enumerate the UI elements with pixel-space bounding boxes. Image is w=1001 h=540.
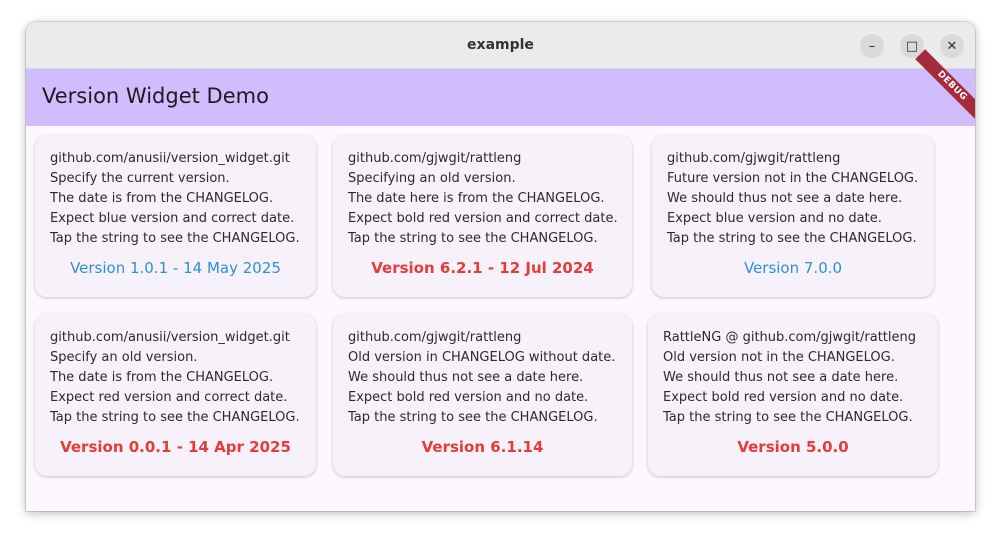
card-line: Specify an old version.	[50, 350, 198, 365]
app-bar: Version Widget Demo DEBUG	[26, 49, 975, 126]
version-link[interactable]: Version 6.2.1 - 12 Jul 2024	[333, 259, 632, 277]
card-line: github.com/gjwgit/rattleng	[348, 330, 522, 345]
card-line: Tap the string to see the CHANGELOG.	[348, 410, 598, 425]
card-line: We should thus not see a date here.	[348, 370, 584, 385]
card-line: The date is from the CHANGELOG.	[50, 191, 274, 206]
card-line: Tap the string to see the CHANGELOG.	[663, 410, 913, 425]
card-description: RattleNG @ github.com/gjwgit/rattleng Ol…	[663, 328, 916, 428]
minimize-icon: –	[868, 38, 876, 54]
card-line: Tap the string to see the CHANGELOG.	[50, 231, 300, 246]
card-description: github.com/anusii/version_widget.git Spe…	[50, 149, 300, 249]
version-card-3: github.com/gjwgit/rattleng Future versio…	[652, 135, 934, 297]
card-line: RattleNG @ github.com/gjwgit/rattleng	[663, 330, 916, 345]
card-line: Old version not in the CHANGELOG.	[663, 350, 895, 365]
version-link[interactable]: Version 0.0.1 - 14 Apr 2025	[35, 438, 316, 456]
card-line: Expect blue version and no date.	[667, 211, 882, 226]
card-line: Specify the current version.	[50, 171, 230, 186]
card-line: Future version not in the CHANGELOG.	[667, 171, 919, 186]
card-line: Old version in CHANGELOG without date.	[348, 350, 616, 365]
version-link[interactable]: Version 6.1.14	[333, 438, 632, 456]
version-link[interactable]: Version 7.0.0	[652, 259, 934, 277]
card-line: github.com/anusii/version_widget.git	[50, 151, 290, 166]
card-description: github.com/gjwgit/rattleng Future versio…	[667, 149, 918, 249]
card-description: github.com/anusii/version_widget.git Spe…	[50, 328, 300, 428]
version-card-1: github.com/anusii/version_widget.git Spe…	[35, 135, 316, 297]
card-description: github.com/gjwgit/rattleng Old version i…	[348, 328, 615, 428]
card-line: Tap the string to see the CHANGELOG.	[667, 231, 917, 246]
card-line: Expect bold red version and correct date…	[348, 211, 618, 226]
window-title: example	[467, 37, 534, 53]
card-line: github.com/anusii/version_widget.git	[50, 330, 290, 345]
version-card-5: github.com/gjwgit/rattleng Old version i…	[333, 314, 632, 476]
card-line: github.com/gjwgit/rattleng	[348, 151, 522, 166]
close-icon: ✕	[946, 38, 958, 54]
card-line: Expect bold red version and no date.	[663, 390, 904, 405]
app-window: example – □ ✕ Version Widget Demo DEBUG …	[26, 22, 975, 511]
page-title: Version Widget Demo	[42, 84, 269, 108]
window-titlebar[interactable]: example – □ ✕	[26, 22, 975, 69]
version-card-6: RattleNG @ github.com/gjwgit/rattleng Ol…	[648, 314, 938, 476]
card-line: We should thus not see a date here.	[663, 370, 899, 385]
close-button[interactable]: ✕	[940, 34, 964, 58]
card-line: Tap the string to see the CHANGELOG.	[50, 410, 300, 425]
card-line: github.com/gjwgit/rattleng	[667, 151, 841, 166]
card-line: Expect bold red version and no date.	[348, 390, 589, 405]
card-line: The date here is from the CHANGELOG.	[348, 191, 605, 206]
card-line: The date is from the CHANGELOG.	[50, 370, 274, 385]
card-line: Expect red version and correct date.	[50, 390, 288, 405]
card-line: We should thus not see a date here.	[667, 191, 903, 206]
version-card-2: github.com/gjwgit/rattleng Specifying an…	[333, 135, 632, 297]
version-card-4: github.com/anusii/version_widget.git Spe…	[35, 314, 316, 476]
maximize-icon: □	[905, 38, 919, 54]
minimize-button[interactable]: –	[860, 34, 884, 58]
version-link[interactable]: Version 1.0.1 - 14 May 2025	[35, 259, 316, 277]
card-description: github.com/gjwgit/rattleng Specifying an…	[348, 149, 618, 249]
card-line: Specifying an old version.	[348, 171, 516, 186]
card-line: Tap the string to see the CHANGELOG.	[348, 231, 598, 246]
card-line: Expect blue version and correct date.	[50, 211, 295, 226]
version-link[interactable]: Version 5.0.0	[648, 438, 938, 456]
